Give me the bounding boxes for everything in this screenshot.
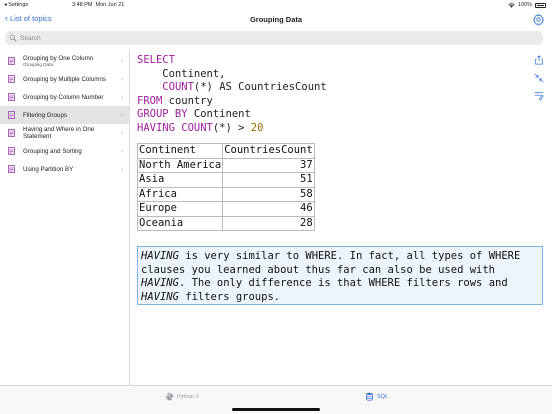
note-text: is very similar to WHERE. In fact, all t… [141, 250, 521, 276]
sql-text: country [162, 94, 213, 107]
sql-keyword: HAVING COUNT [137, 121, 213, 134]
sidebar-item-label: Using Partition BY [23, 165, 74, 173]
sidebar-item-having-and-where[interactable]: Having and Where in One Statement › [0, 124, 130, 142]
table-cell: Oceania [136, 215, 224, 231]
wifi-icon [508, 2, 515, 8]
search-input[interactable] [20, 34, 520, 42]
status-back-to-settings[interactable]: ◂ Settings [4, 2, 28, 8]
status-time-date: 3:48 PM Mon Jun 21 [72, 2, 124, 8]
sql-keyword: FROM [137, 94, 163, 107]
sql-text: (*) AS CountriesCount [193, 81, 327, 93]
status-bar: ◂ Settings 3:48 PM Mon Jun 21 100% [0, 0, 552, 11]
collapse-arrows-icon[interactable] [534, 73, 544, 83]
chevron-right-icon: › [120, 129, 123, 137]
table-row: Asia 51 [136, 172, 315, 188]
chevron-right-icon: › [120, 75, 123, 83]
share-icon[interactable] [534, 55, 544, 65]
explanation-note: HAVING is very similar to WHERE. In fact… [137, 246, 543, 305]
sidebar: Grouping by One Column Grouping Data › Gr… [0, 50, 130, 385]
sidebar-item-label: Having and Where in One Statement [23, 126, 95, 140]
sidebar-item-grouping-and-sorting[interactable]: Grouping and Sorting › [0, 142, 130, 160]
right-toolbar [534, 50, 548, 110]
python-icon [165, 392, 174, 401]
sql-text: Continent [187, 108, 251, 120]
format-text-icon[interactable] [534, 91, 544, 101]
document-icon [8, 93, 15, 101]
column-header: Continent [136, 143, 224, 159]
sidebar-item-subtitle: Grouping Data [23, 61, 53, 67]
tab-python-label: Python 3 [177, 393, 199, 400]
tab-python[interactable]: Python 3 [165, 392, 199, 401]
battery-percent: 100% [517, 2, 532, 8]
table-cell: Europe [136, 201, 224, 217]
table-row: North America 37 [136, 157, 315, 173]
sql-keyword: GROUP BY [137, 108, 188, 120]
lesson-content: SELECT Continent, COUNT(*) AS CountriesC… [131, 50, 543, 385]
sql-number: 20 [250, 121, 264, 134]
note-emphasis: HAVING [141, 250, 179, 262]
database-icon [366, 392, 373, 401]
navigation-bar: ‹ List of topics Grouping Data [0, 11, 552, 29]
page-title: Grouping Data [249, 15, 303, 24]
query-result-table: Continent CountriesCount North America 3… [136, 143, 315, 231]
search-icon [9, 34, 17, 42]
tab-sql[interactable]: SQL [365, 392, 388, 401]
table-cell: 58 [222, 186, 315, 202]
sql-text: (*) > [212, 121, 251, 134]
document-icon [8, 165, 15, 173]
document-icon [8, 129, 15, 137]
table-cell: Africa [136, 186, 224, 202]
note-emphasis: HAVING [141, 290, 179, 303]
table-row: Africa 58 [136, 186, 315, 202]
sidebar-item-using-partition-by[interactable]: Using Partition BY › [0, 160, 130, 178]
note-emphasis: HAVING [141, 277, 179, 289]
sidebar-item-label: Grouping and Sorting [23, 147, 82, 155]
sidebar-item-label: Grouping by One Column Grouping Data [23, 55, 118, 68]
note-text: filters groups. [178, 290, 281, 303]
chevron-right-icon: › [120, 93, 123, 101]
document-icon [8, 57, 15, 65]
gear-icon[interactable] [532, 13, 545, 26]
table-row: Oceania 28 [136, 215, 315, 231]
sql-text: Continent, [137, 67, 226, 80]
column-header: CountriesCount [222, 143, 315, 159]
sidebar-item-grouping-by-one-column[interactable]: Grouping by One Column Grouping Data › [0, 52, 130, 70]
sidebar-item-label: Grouping by Column Number [23, 93, 104, 101]
chevron-right-icon: › [120, 147, 123, 155]
table-cell: 28 [222, 215, 315, 231]
status-date: Mon Jun 21 [95, 2, 125, 8]
battery-icon [535, 2, 546, 8]
document-icon [8, 111, 15, 119]
table-header-row: Continent CountriesCount [136, 143, 315, 159]
chevron-right-icon: › [120, 57, 123, 65]
table-cell: 51 [222, 172, 315, 188]
home-indicator[interactable] [232, 408, 320, 411]
sql-keyword: SELECT [137, 54, 175, 66]
sidebar-item-title: Grouping by One Column [23, 54, 94, 62]
sidebar-item-grouping-by-column-number[interactable]: Grouping by Column Number › [0, 88, 130, 106]
status-time: 3:48 PM [72, 2, 93, 8]
sidebar-item-grouping-by-multiple-columns[interactable]: Grouping by Multiple Columns › [0, 70, 130, 88]
table-cell: Asia [136, 172, 224, 188]
status-right: 100% [508, 2, 546, 8]
document-icon [8, 147, 15, 155]
sidebar-item-label: Grouping by Multiple Columns [23, 75, 106, 83]
table-cell: 37 [222, 157, 315, 173]
note-text: . The only difference is that WHERE filt… [178, 277, 508, 289]
chevron-right-icon: › [120, 165, 123, 173]
table-cell: North America [136, 157, 224, 173]
table-row: Europe 46 [136, 201, 315, 217]
sidebar-item-filtering-groups[interactable]: Filtering Groups › [0, 106, 130, 124]
tab-sql-label: SQL [377, 393, 389, 400]
table-cell: 46 [222, 201, 315, 217]
document-icon [8, 75, 15, 83]
sql-code-block: SELECT Continent, COUNT(*) AS CountriesC… [137, 54, 327, 135]
sql-keyword: COUNT [162, 81, 194, 93]
sidebar-item-label: Filtering Groups [23, 111, 68, 119]
chevron-right-icon: › [120, 111, 123, 119]
search-bar[interactable] [5, 31, 543, 45]
